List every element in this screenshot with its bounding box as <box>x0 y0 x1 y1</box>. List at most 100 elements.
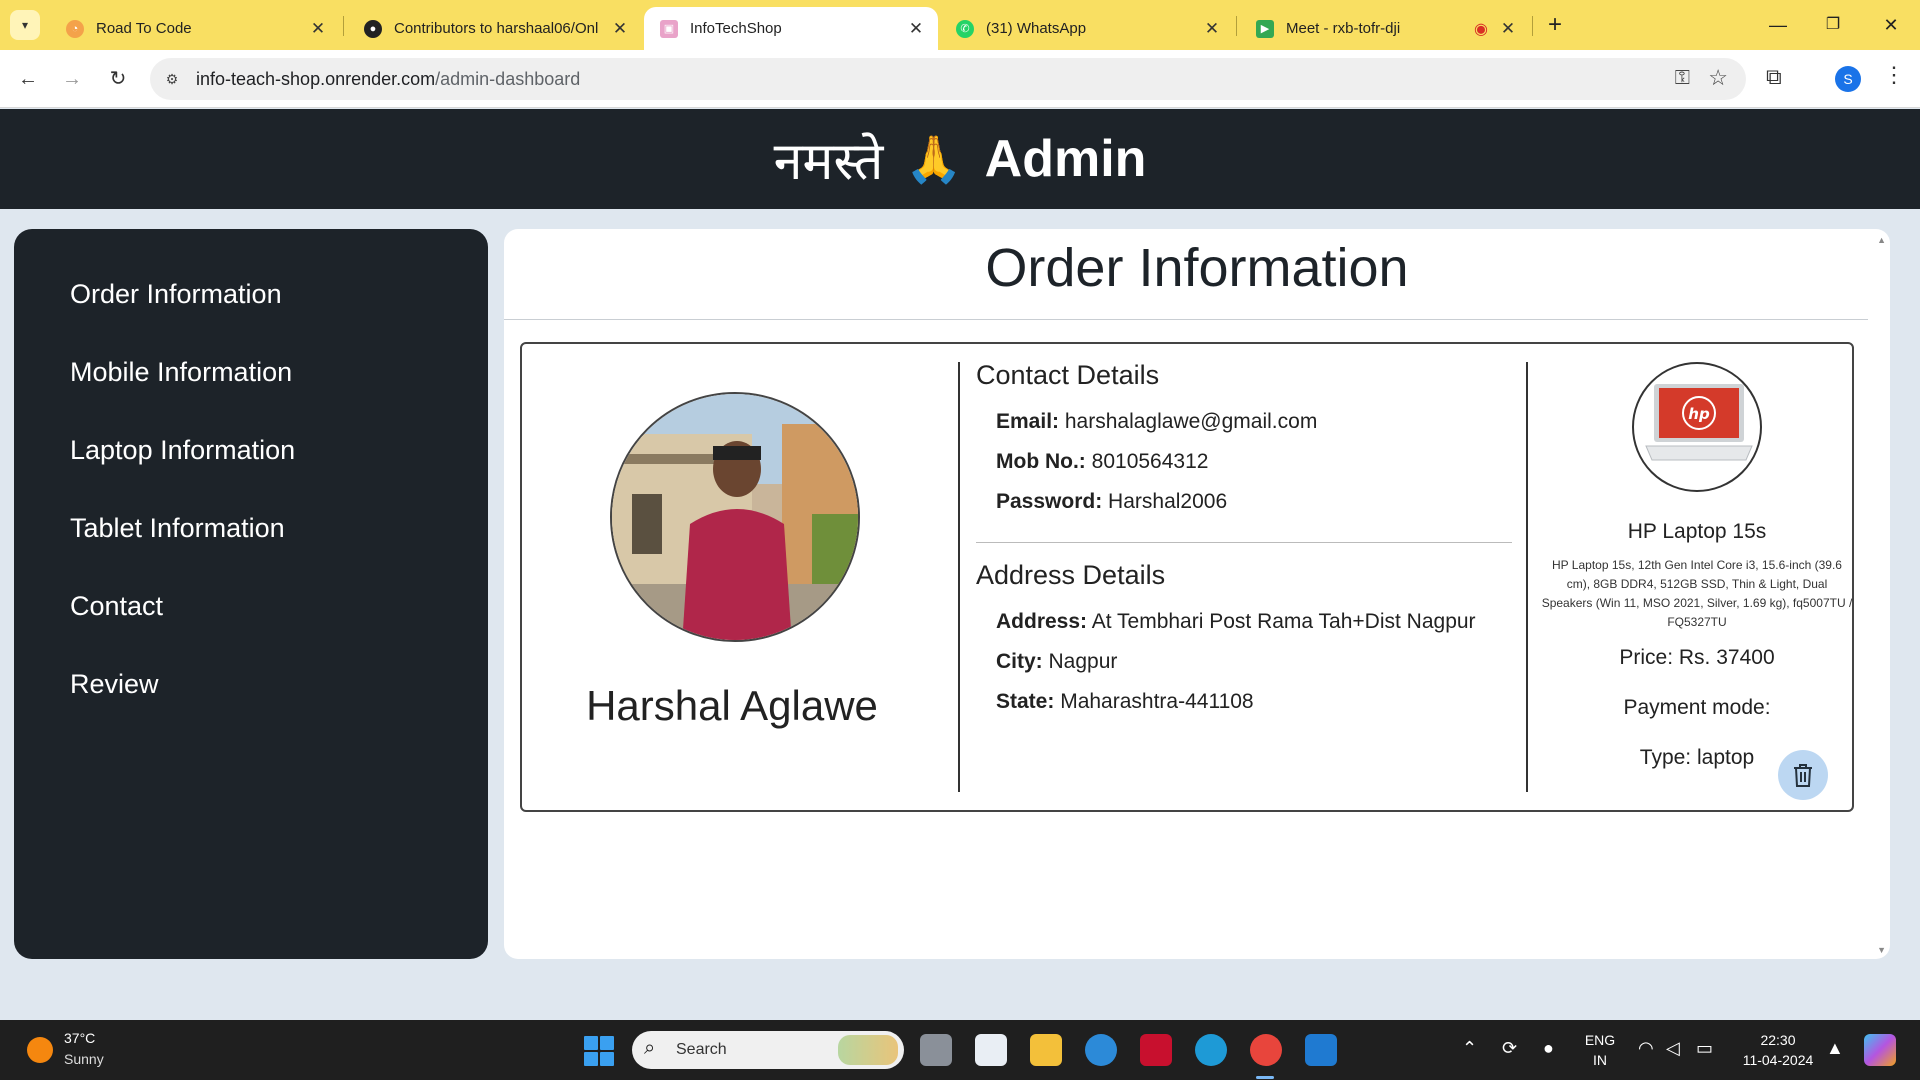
trash-icon <box>1794 764 1812 787</box>
section-divider <box>976 542 1512 543</box>
sidebar-item-contact[interactable]: Contact <box>70 591 488 669</box>
copilot-icon[interactable] <box>1864 1034 1896 1066</box>
url-host: info-teach-shop.onrender.com <box>196 69 436 89</box>
address-bar[interactable]: ⚙ info-teach-shop.onrender.com/admin-das… <box>150 58 1746 100</box>
chrome-icon[interactable] <box>1250 1034 1282 1066</box>
customer-photo <box>612 394 858 640</box>
wifi-icon[interactable]: ◠ <box>1638 1038 1654 1059</box>
search-icon: ⌕ <box>644 1037 656 1059</box>
language-region[interactable]: IN <box>1582 1052 1618 1068</box>
sidebar-item-review[interactable]: Review <box>70 669 488 747</box>
tab-divider <box>1236 16 1237 36</box>
browser-tab-bar: ▾ ◔ Road To Code ✕ ● Contributors to har… <box>0 0 1920 50</box>
scroll-up-arrow[interactable]: ▲ <box>1877 235 1886 245</box>
close-tab-icon[interactable]: ✕ <box>1498 19 1518 39</box>
edge-icon[interactable] <box>1195 1034 1227 1066</box>
reload-button[interactable]: ↻ <box>102 63 134 95</box>
search-highlight-image <box>838 1035 898 1065</box>
close-tab-icon[interactable]: ✕ <box>308 19 328 39</box>
browser-menu-icon[interactable]: ⋮ <box>1883 62 1905 88</box>
file-explorer-icon[interactable] <box>1030 1034 1062 1066</box>
back-button[interactable]: ← <box>12 63 44 95</box>
folded-hands-icon: 🙏 <box>905 132 963 185</box>
active-app-indicator <box>1256 1076 1274 1079</box>
column-divider <box>958 362 960 792</box>
browser-toolbar: ← → ↻ ⚙ info-teach-shop.onrender.com/adm… <box>0 50 1920 108</box>
mcafee-icon[interactable] <box>1140 1034 1172 1066</box>
microsoft-store-icon[interactable] <box>975 1034 1007 1066</box>
tab-divider <box>343 16 344 36</box>
address-row: Address: At Tembhari Post Rama Tah+Dist … <box>996 610 1476 634</box>
profile-avatar[interactable]: S <box>1835 66 1861 92</box>
close-tab-icon[interactable]: ✕ <box>610 19 630 39</box>
customer-name: Harshal Aglawe <box>586 682 878 729</box>
notification-bell-icon[interactable]: ▲ <box>1826 1038 1844 1059</box>
sidebar-item-tablet-information[interactable]: Tablet Information <box>70 513 488 591</box>
google-meet-icon: ▶ <box>1256 19 1274 38</box>
bookmark-star-icon[interactable]: ☆ <box>1708 65 1728 91</box>
close-window-button[interactable]: ✕ <box>1871 10 1911 40</box>
infotechshop-icon: ▣ <box>660 19 678 38</box>
extensions-icon[interactable]: ⧉ <box>1766 64 1782 90</box>
restore-button[interactable]: ❐ <box>1813 10 1853 40</box>
sun-weather-icon[interactable] <box>27 1037 53 1063</box>
sidebar-item-order-information[interactable]: Order Information <box>70 279 488 357</box>
language-code[interactable]: ENG <box>1582 1032 1618 1048</box>
product-description: HP Laptop 15s, 12th Gen Intel Core i3, 1… <box>1541 558 1853 629</box>
greeting-text: नमस्ते <box>773 131 884 192</box>
volume-icon[interactable]: ◁ <box>1666 1038 1680 1059</box>
email-label: Email: <box>996 410 1060 433</box>
task-view-icon[interactable] <box>920 1034 952 1066</box>
clock-time[interactable]: 22:30 <box>1736 1032 1820 1048</box>
tab-search-button[interactable]: ▾ <box>10 10 40 40</box>
product-image: hp <box>1632 362 1762 492</box>
forward-button[interactable]: → <box>56 63 88 95</box>
url-path: /admin-dashboard <box>435 69 581 89</box>
title-divider <box>504 319 1868 320</box>
battery-icon[interactable]: ▭ <box>1696 1038 1713 1059</box>
sync-icon[interactable]: ⟳ <box>1502 1038 1517 1059</box>
taskbar-search[interactable]: ⌕ Search <box>632 1031 904 1069</box>
road-to-code-icon: ◔ <box>66 19 84 38</box>
tab-google-meet[interactable]: ▶ Meet - rxb-tofr-dji ◉ ✕ <box>1240 7 1530 50</box>
close-tab-icon[interactable]: ✕ <box>906 19 926 39</box>
tab-infotechshop[interactable]: ▣ InfoTechShop ✕ <box>644 7 938 50</box>
sidebar-item-mobile-information[interactable]: Mobile Information <box>70 357 488 435</box>
show-hidden-icons-chevron[interactable]: ⌃ <box>1462 1038 1477 1059</box>
tab-road-to-code[interactable]: ◔ Road To Code ✕ <box>50 7 340 50</box>
minimize-button[interactable]: — <box>1758 10 1798 40</box>
whatsapp-icon: ✆ <box>956 19 974 38</box>
mobile-value: 8010564312 <box>1091 450 1209 473</box>
mobile-row: Mob No.: 8010564312 <box>996 450 1208 474</box>
password-key-icon[interactable]: ⚿ <box>1675 67 1690 90</box>
help-app-icon[interactable] <box>1085 1034 1117 1066</box>
tab-whatsapp[interactable]: ✆ (31) WhatsApp ✕ <box>940 7 1234 50</box>
scroll-down-arrow[interactable]: ▼ <box>1877 945 1886 955</box>
order-card: Harshal Aglawe Contact Details Email: ha… <box>520 342 1854 812</box>
close-tab-icon[interactable]: ✕ <box>1202 19 1222 39</box>
url-text[interactable]: info-teach-shop.onrender.com/admin-dashb… <box>196 69 580 90</box>
customer-avatar <box>610 392 860 642</box>
column-divider <box>1526 362 1528 792</box>
main-content: Order Information ▲ ▼ Harshal Aglawe Con… <box>504 229 1890 959</box>
city-row: City: Nagpur <box>996 650 1117 674</box>
contact-details-title: Contact Details <box>976 360 1160 390</box>
new-tab-button[interactable]: + <box>1541 11 1569 39</box>
github-icon: ● <box>364 19 382 38</box>
payment-mode: Payment mode: <box>1623 696 1771 719</box>
vscode-icon[interactable] <box>1305 1034 1337 1066</box>
microphone-icon[interactable]: ● <box>1543 1038 1554 1059</box>
city-value: Nagpur <box>1048 650 1118 673</box>
tab-title: Contributors to harshaal06/Onl <box>394 20 599 37</box>
clock-date[interactable]: 11-04-2024 <box>1736 1052 1820 1068</box>
tab-github[interactable]: ● Contributors to harshaal06/Onl ✕ <box>348 7 642 50</box>
weather-temperature[interactable]: 37°C <box>64 1030 95 1046</box>
address-label: Address: <box>996 610 1088 633</box>
windows-start-icon[interactable] <box>584 1036 614 1066</box>
delete-order-button[interactable] <box>1778 750 1828 800</box>
tab-title: Meet - rxb-tofr-dji <box>1286 20 1401 37</box>
weather-condition[interactable]: Sunny <box>64 1051 104 1067</box>
site-info-icon[interactable]: ⚙ <box>162 69 182 89</box>
sidebar-item-laptop-information[interactable]: Laptop Information <box>70 435 488 513</box>
windows-taskbar: 37°C Sunny ⌕ Search ⌃ ⟳ ● ENG IN ◠ ◁ ▭ 2… <box>0 1020 1920 1080</box>
